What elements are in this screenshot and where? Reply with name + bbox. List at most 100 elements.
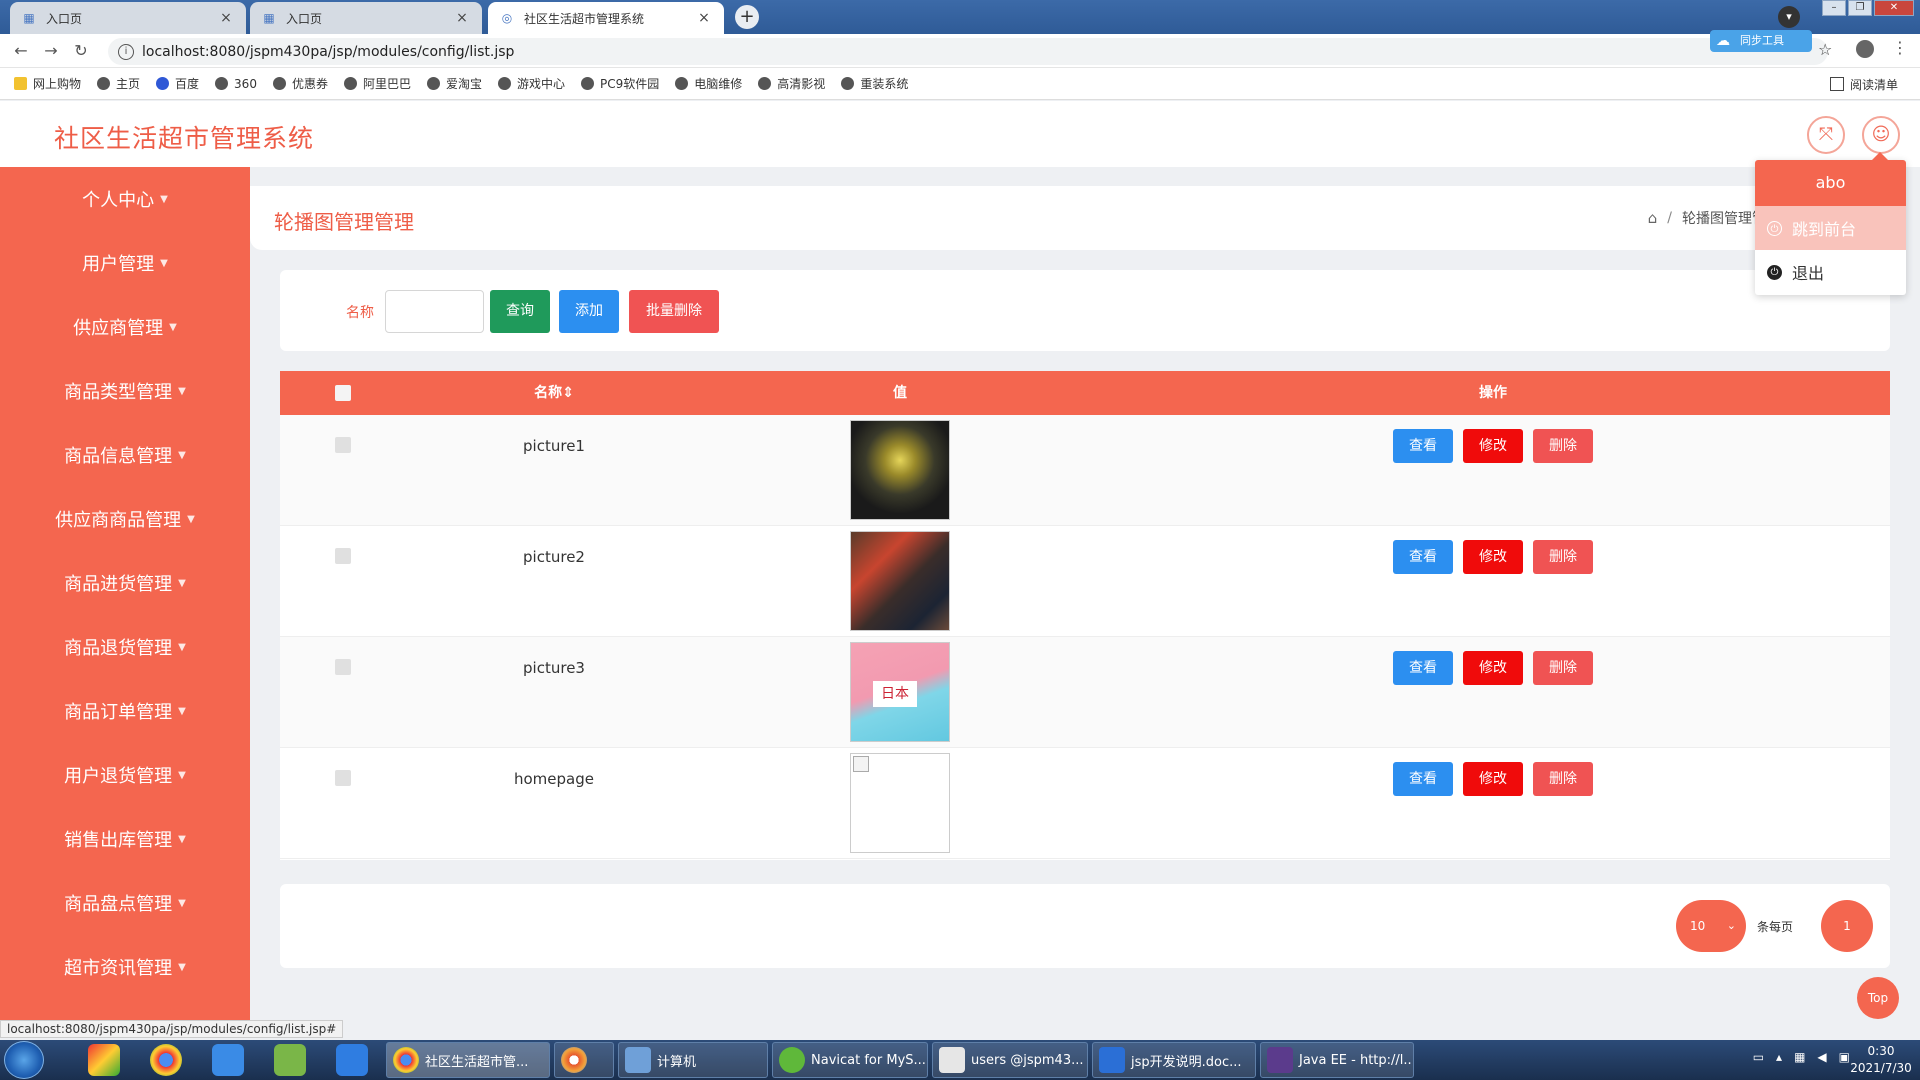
taskbar-task-document[interactable]: jsp开发说明.doc...	[1092, 1042, 1256, 1078]
pinned-app-icon[interactable]	[88, 1044, 120, 1076]
browser-menu-icon[interactable]: ⋮	[1892, 38, 1908, 57]
taskbar-task-browser-2[interactable]	[554, 1042, 614, 1078]
delete-button[interactable]: 删除	[1533, 651, 1593, 685]
table-row: picture1 查看 修改 删除	[280, 415, 1890, 526]
bookmark-star-icon[interactable]: ☆	[1818, 40, 1832, 59]
minimize-icon[interactable]: –	[1822, 0, 1846, 16]
name-column-header[interactable]: 名称⇕	[454, 371, 654, 415]
bookmark-item[interactable]: 重装系统	[841, 75, 908, 92]
editor-app-icon[interactable]	[274, 1044, 306, 1076]
reload-icon[interactable]: ↻	[66, 41, 96, 60]
logout-menu-item[interactable]: ⏻ 退出	[1755, 250, 1906, 294]
sidebar-item-supplier-product-management[interactable]: 供应商商品管理 ▼	[0, 487, 250, 551]
cloud-sync-badge[interactable]: ☁ 同步工具	[1710, 30, 1812, 52]
browser-tab-bar: ▦ 入口页 × ▦ 入口页 × ◎ 社区生活超市管理系统 × + ▾ – ❐ ✕	[0, 0, 1920, 34]
home-icon[interactable]: ⌂	[1648, 209, 1658, 227]
taskbar-clock[interactable]: 0:30 2021/7/30	[1850, 1043, 1912, 1077]
close-tab-icon[interactable]: ×	[218, 10, 234, 26]
taskbar-task-navicat[interactable]: Navicat for MyS...	[772, 1042, 928, 1078]
account-icon[interactable]	[1856, 40, 1874, 58]
back-arrow-icon[interactable]: ←	[6, 41, 36, 60]
add-button[interactable]: 添加	[559, 290, 619, 333]
new-tab-button[interactable]: +	[735, 5, 759, 29]
sidebar-item-supplier-management[interactable]: 供应商管理 ▼	[0, 295, 250, 359]
sidebar-item-news-management[interactable]: 超市资讯管理 ▼	[0, 935, 250, 999]
broken-image	[850, 753, 950, 853]
edit-button[interactable]: 修改	[1463, 762, 1523, 796]
sidebar-item-product-info-management[interactable]: 商品信息管理 ▼	[0, 423, 250, 487]
browser-tab-1[interactable]: ▦ 入口页 ×	[10, 2, 246, 34]
sidebar-item-product-type-management[interactable]: 商品类型管理 ▼	[0, 359, 250, 423]
view-button[interactable]: 查看	[1393, 429, 1453, 463]
browser-profile-icon[interactable]: ▾	[1778, 6, 1800, 28]
batch-delete-button[interactable]: 批量删除	[629, 290, 719, 333]
sidebar-item-purchase-management[interactable]: 商品进货管理 ▼	[0, 551, 250, 615]
caret-down-icon: ▼	[178, 961, 186, 973]
bookmark-item[interactable]: 网上购物	[14, 75, 81, 92]
volume-icon[interactable]: ◀	[1817, 1050, 1826, 1064]
cloud-app-icon[interactable]	[212, 1044, 244, 1076]
name-filter-input[interactable]	[385, 290, 484, 333]
query-button[interactable]: 查询	[490, 290, 550, 333]
network-icon[interactable]: ▦	[1794, 1050, 1805, 1064]
list-app-icon[interactable]	[336, 1044, 368, 1076]
bookmark-item[interactable]: 阿里巴巴	[343, 75, 411, 92]
taskbar-task-computer[interactable]: 计算机	[618, 1042, 768, 1078]
keyboard-icon[interactable]: ▭	[1753, 1050, 1764, 1064]
reading-list-button[interactable]: 阅读清单	[1829, 68, 1898, 100]
view-button[interactable]: 查看	[1393, 651, 1453, 685]
close-tab-icon[interactable]: ×	[696, 10, 712, 26]
maximize-icon[interactable]: ❐	[1848, 0, 1872, 16]
row-checkbox[interactable]	[335, 659, 351, 675]
edit-button[interactable]: 修改	[1463, 651, 1523, 685]
browser-tab-3-active[interactable]: ◎ 社区生活超市管理系统 ×	[488, 2, 724, 34]
row-checkbox[interactable]	[335, 437, 351, 453]
action-center-icon[interactable]: ▣	[1839, 1050, 1850, 1064]
sidebar-item-product-return-management[interactable]: 商品退货管理 ▼	[0, 615, 250, 679]
bookmark-item[interactable]: 游戏中心	[498, 75, 565, 92]
bookmark-item[interactable]: 主页	[97, 75, 140, 92]
delete-button[interactable]: 删除	[1533, 540, 1593, 574]
close-window-icon[interactable]: ✕	[1874, 0, 1914, 16]
edit-button[interactable]: 修改	[1463, 540, 1523, 574]
sidebar-item-order-management[interactable]: 商品订单管理 ▼	[0, 679, 250, 743]
sidebar-item-sales-outbound-management[interactable]: 销售出库管理 ▼	[0, 807, 250, 871]
go-frontend-menu-item[interactable]: ⏻ 跳到前台	[1755, 206, 1906, 250]
taskbar-task-browser[interactable]: 社区生活超市管...	[386, 1042, 550, 1078]
row-checkbox[interactable]	[335, 770, 351, 786]
fullscreen-icon[interactable]: ⤧	[1807, 116, 1845, 154]
address-bar[interactable]: i localhost:8080/jspm430pa/jsp/modules/c…	[108, 38, 1828, 65]
bookmark-item[interactable]: 百度	[156, 75, 199, 92]
user-avatar-icon[interactable]: ☺	[1862, 116, 1900, 154]
row-checkbox[interactable]	[335, 548, 351, 564]
back-to-top-button[interactable]: Top	[1857, 977, 1899, 1019]
start-button[interactable]	[4, 1041, 44, 1079]
bookmark-item[interactable]: 优惠券	[272, 75, 328, 92]
chrome-icon[interactable]	[150, 1044, 182, 1076]
bookmark-item[interactable]: PC9软件园	[581, 75, 659, 92]
bookmark-item[interactable]: 360	[215, 77, 257, 91]
show-hidden-icons[interactable]: ▴	[1776, 1050, 1782, 1064]
page-number-button[interactable]: 1	[1821, 900, 1873, 952]
taskbar-task-java-ee[interactable]: Java EE - http://l...	[1260, 1042, 1414, 1078]
forward-arrow-icon[interactable]: →	[36, 41, 66, 60]
sidebar-item-user-management[interactable]: 用户管理 ▼	[0, 231, 250, 295]
view-button[interactable]: 查看	[1393, 540, 1453, 574]
browser-tab-2[interactable]: ▦ 入口页 ×	[250, 2, 482, 34]
close-tab-icon[interactable]: ×	[454, 10, 470, 26]
bookmark-item[interactable]: 高清影视	[758, 75, 825, 92]
sidebar-item-user-return-management[interactable]: 用户退货管理 ▼	[0, 743, 250, 807]
bookmark-item[interactable]: 爱淘宝	[426, 75, 482, 92]
bookmark-item[interactable]: 电脑维修	[675, 75, 742, 92]
sidebar-item-inventory-check-management[interactable]: 商品盘点管理 ▼	[0, 871, 250, 935]
view-button[interactable]: 查看	[1393, 762, 1453, 796]
delete-button[interactable]: 删除	[1533, 762, 1593, 796]
sidebar-item-personal-center[interactable]: 个人中心 ▼	[0, 167, 250, 231]
chevron-down-icon: ⌄	[1726, 919, 1736, 932]
taskbar-task-users-table[interactable]: users @jspm43...	[932, 1042, 1088, 1078]
site-info-icon[interactable]: i	[118, 43, 134, 60]
delete-button[interactable]: 删除	[1533, 429, 1593, 463]
edit-button[interactable]: 修改	[1463, 429, 1523, 463]
select-all-checkbox[interactable]	[335, 385, 351, 401]
page-size-select[interactable]: 10 ⌄	[1676, 900, 1746, 952]
